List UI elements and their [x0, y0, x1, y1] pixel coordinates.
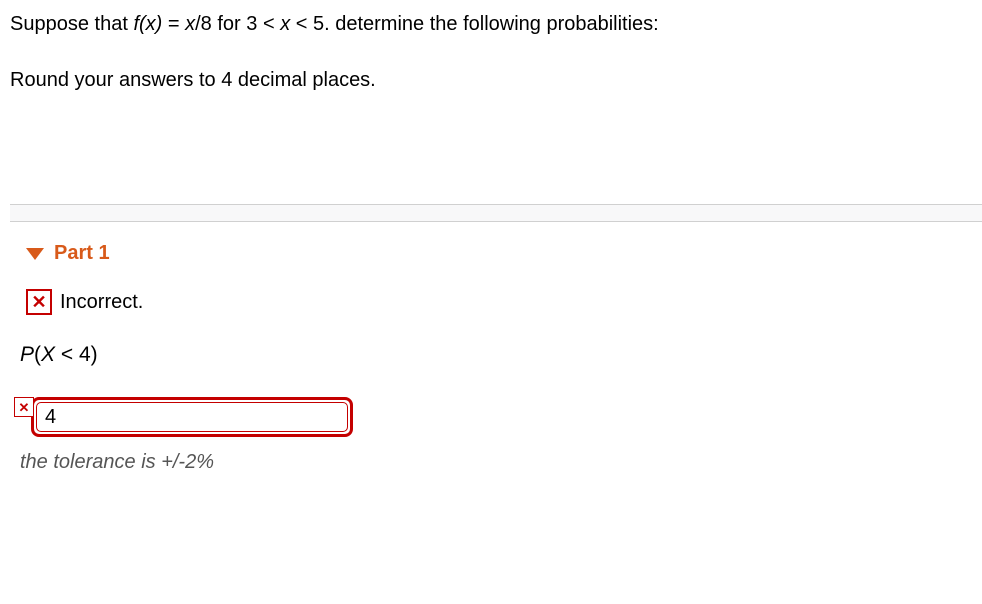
- feedback-text: Incorrect.: [60, 291, 143, 314]
- part-header[interactable]: Part 1: [26, 242, 982, 265]
- problem-statement-line2: Round your answers to 4 decimal places.: [10, 66, 982, 94]
- text-segment: =: [162, 13, 185, 35]
- variable-big-x: X: [41, 343, 55, 366]
- text-segment: Suppose that: [10, 13, 133, 35]
- answer-input-wrapper: [31, 397, 353, 437]
- question-label: P(X < 4): [20, 343, 982, 367]
- feedback-row: ✕ Incorrect.: [26, 289, 982, 315]
- answer-row: ✕: [14, 397, 982, 437]
- variable-x: x: [185, 13, 195, 35]
- text-segment: /8 for 3 <: [195, 13, 280, 35]
- section-divider: [10, 204, 982, 222]
- tolerance-note: the tolerance is +/-2%: [20, 451, 982, 474]
- problem-statement-line1: Suppose that f(x) = x/8 for 3 < x < 5. d…: [10, 10, 982, 38]
- function-notation: f(x): [133, 13, 162, 35]
- answer-input[interactable]: [37, 403, 347, 431]
- part-title: Part 1: [54, 242, 110, 265]
- text-segment: < 4): [55, 343, 98, 366]
- text-segment: < 5. determine the following probabiliti…: [290, 13, 659, 35]
- variable-x: x: [280, 13, 290, 35]
- incorrect-icon: ✕: [26, 289, 52, 315]
- prob-function: P: [20, 343, 34, 366]
- incorrect-icon: ✕: [14, 397, 34, 417]
- text-segment: (: [34, 343, 41, 366]
- chevron-down-icon: [26, 248, 44, 260]
